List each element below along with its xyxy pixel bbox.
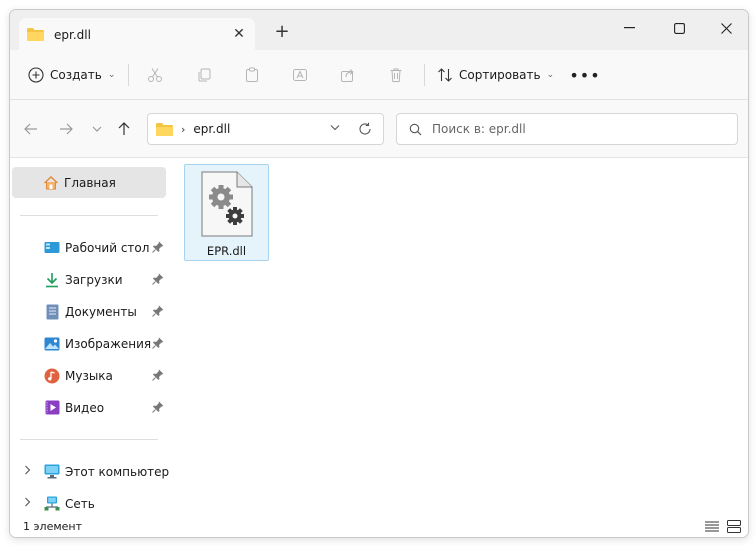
address-bar[interactable]: › epr.dll	[147, 113, 384, 145]
folder-icon	[27, 28, 44, 41]
chevron-down-icon: ⌄	[546, 70, 555, 80]
search-icon	[409, 123, 422, 135]
sidebar-item-documents[interactable]: Документы	[12, 296, 166, 327]
recent-locations-icon[interactable]	[88, 120, 106, 138]
address-dropdown-icon[interactable]	[330, 123, 340, 134]
minimize-icon[interactable]	[607, 14, 651, 42]
file-list: EPR.dll	[172, 158, 748, 513]
breadcrumb-item[interactable]: epr.dll	[193, 122, 230, 136]
videos-icon	[44, 400, 60, 416]
toolbar-divider	[424, 64, 425, 86]
sort-button[interactable]: Сортировать ⌄	[437, 63, 554, 87]
download-icon	[44, 272, 60, 288]
music-icon	[44, 368, 60, 384]
computer-icon	[44, 464, 60, 480]
share-icon[interactable]	[337, 64, 359, 86]
file-name: EPR.dll	[206, 244, 247, 258]
tab-title: epr.dll	[54, 27, 91, 42]
explorer-window: epr.dll ✕ + Создать ⌄ Сортировать ⌄ ••• …	[9, 9, 749, 538]
dll-settings-file-icon	[201, 171, 253, 237]
sidebar-item-this-pc[interactable]: Этот компьютер	[12, 456, 170, 487]
sidebar-item-label: Рабочий стол	[65, 240, 150, 255]
sidebar-item-label: Документы	[65, 304, 137, 319]
home-icon	[43, 175, 59, 191]
create-button[interactable]: Создать ⌄	[28, 63, 115, 87]
sidebar-item-label: Видео	[65, 400, 105, 415]
command-bar: Создать ⌄ Сортировать ⌄ •••	[10, 50, 748, 100]
network-icon	[44, 496, 60, 512]
paste-icon[interactable]	[241, 64, 263, 86]
chevron-down-icon: ⌄	[107, 70, 116, 80]
breadcrumb-chevron-icon[interactable]: ›	[181, 123, 185, 136]
pin-icon[interactable]	[152, 401, 164, 413]
pin-icon[interactable]	[152, 337, 164, 349]
sidebar-item-home[interactable]: Главная	[12, 167, 166, 198]
pin-icon[interactable]	[152, 305, 164, 317]
create-label: Создать	[50, 68, 102, 82]
tab-epr-dll[interactable]: epr.dll ✕	[19, 18, 255, 51]
sidebar-item-label: Главная	[64, 175, 116, 190]
new-tab-icon[interactable]: +	[272, 22, 292, 42]
back-icon[interactable]	[22, 120, 40, 138]
desktop-icon	[44, 240, 60, 256]
chevron-right-icon[interactable]	[24, 497, 31, 510]
sort-icon	[438, 68, 452, 82]
add-circle-icon	[28, 67, 44, 83]
sidebar-item-music[interactable]: Музыка	[12, 360, 166, 391]
sidebar-item-label: Изображения	[65, 336, 152, 351]
navigation-pane: Главная Рабочий стол Загрузки Документы	[10, 158, 170, 513]
status-bar: 1 элемент	[10, 513, 748, 537]
more-options-button[interactable]: •••	[569, 63, 599, 87]
tiles-view-icon[interactable]	[726, 519, 742, 533]
sidebar-item-label: Загрузки	[65, 272, 123, 287]
folder-icon	[156, 122, 173, 136]
delete-icon[interactable]	[385, 64, 407, 86]
sidebar-item-pictures[interactable]: Изображения	[12, 328, 166, 359]
sidebar-item-label: Этот компьютер	[65, 464, 170, 479]
documents-icon	[44, 304, 60, 320]
search-input[interactable]	[432, 122, 732, 136]
sidebar-item-label: Музыка	[65, 368, 113, 383]
file-item[interactable]: EPR.dll	[184, 164, 269, 261]
sidebar-item-downloads[interactable]: Загрузки	[12, 264, 166, 295]
sidebar-item-desktop[interactable]: Рабочий стол	[12, 232, 166, 263]
forward-icon[interactable]	[57, 120, 75, 138]
up-icon[interactable]	[115, 120, 133, 138]
close-window-icon[interactable]	[704, 14, 748, 42]
address-row: › epr.dll	[10, 100, 748, 158]
sort-label: Сортировать	[459, 68, 541, 82]
sidebar-divider	[20, 439, 158, 440]
pin-icon[interactable]	[152, 369, 164, 381]
tab-close-icon[interactable]: ✕	[231, 26, 247, 42]
sidebar-divider	[20, 215, 158, 216]
details-view-icon[interactable]	[704, 519, 720, 533]
maximize-icon[interactable]	[657, 14, 701, 42]
copy-icon[interactable]	[193, 64, 215, 86]
sidebar-item-label: Сеть	[65, 496, 95, 511]
toolbar-divider	[128, 64, 129, 86]
title-bar: epr.dll ✕ +	[10, 10, 748, 51]
pin-icon[interactable]	[152, 241, 164, 253]
search-box[interactable]	[396, 113, 738, 145]
cut-icon[interactable]	[144, 64, 166, 86]
chevron-right-icon[interactable]	[24, 465, 31, 478]
rename-icon[interactable]	[289, 64, 311, 86]
item-count: 1 элемент	[23, 520, 82, 533]
pictures-icon	[44, 336, 60, 352]
sidebar-item-videos[interactable]: Видео	[12, 392, 166, 423]
refresh-icon[interactable]	[356, 120, 374, 138]
pin-icon[interactable]	[152, 273, 164, 285]
